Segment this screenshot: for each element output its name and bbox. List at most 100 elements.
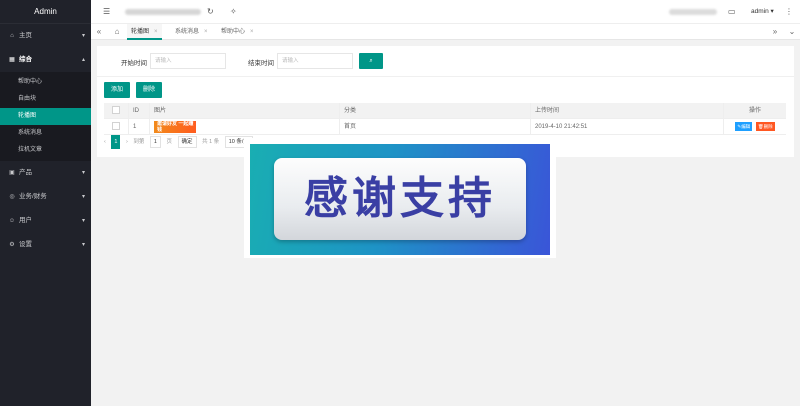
site-url-blurred xyxy=(125,9,201,15)
goto-label: 到第 xyxy=(133,139,145,145)
total-count: 共 1 条 xyxy=(202,139,220,145)
sidebar-title: Admin xyxy=(0,0,91,24)
sidebar-subitem-articles[interactable]: 拉机文章 xyxy=(0,142,91,159)
row-checkbox[interactable] xyxy=(112,122,120,131)
tab-label: 帮助中心 xyxy=(221,29,246,35)
sidebar-item-settings[interactable]: ⚙ 设置 ▾ xyxy=(0,233,91,257)
row-select-cell xyxy=(104,119,128,135)
sidebar-subitem-free-block[interactable]: 自由块 xyxy=(0,91,91,108)
delete-label: 删除 xyxy=(763,123,773,129)
close-icon[interactable]: × xyxy=(250,29,254,35)
data-table: ID 图片 分类 上传时间 操作 1 邀请好友 一起赚钱 首页 2019-4-1… xyxy=(104,103,786,135)
thanks-banner-text: 感谢支持 xyxy=(304,173,496,224)
end-time-input[interactable]: 请输入 xyxy=(277,53,353,69)
user-icon: ☺ xyxy=(8,218,16,224)
admin-menu[interactable]: admin ▾ xyxy=(751,0,774,24)
page-unit: 页 xyxy=(166,139,172,145)
select-all-checkbox[interactable] xyxy=(112,106,120,115)
sidebar-item-finance[interactable]: ◎ 业务/财务 ▾ xyxy=(0,185,91,209)
screen-icon[interactable]: ▭ xyxy=(728,0,736,24)
more-vertical-icon[interactable]: ⋮ xyxy=(785,0,793,24)
menu-toggle-icon[interactable]: ☰ xyxy=(103,0,110,24)
row-image-cell: 邀请好友 一起赚钱 xyxy=(149,119,339,135)
chevron-down-icon: ▾ xyxy=(81,218,85,224)
thanks-banner: 感谢支持 xyxy=(244,138,556,258)
chevron-down-icon: ▾ xyxy=(81,242,85,248)
row-actions: ✎编辑 🗑删除 xyxy=(723,119,786,135)
carousel-thumbnail[interactable]: 邀请好友 一起赚钱 xyxy=(154,121,196,133)
gear-icon: ⚙ xyxy=(9,242,15,248)
tab-messages[interactable]: 系统消息 × xyxy=(171,24,212,40)
table-header-row: ID 图片 分类 上传时间 操作 xyxy=(104,103,786,119)
sidebar: Admin ⌂ 主页 ▾ ▦ 综合 ▴ 帮助中心 自由块 轮播图 系统消息 拉机文章… xyxy=(0,0,91,406)
page-current[interactable]: 1 xyxy=(111,135,121,149)
tabs-menu-icon[interactable]: ⌄ xyxy=(784,24,800,40)
col-header-actions: 操作 xyxy=(723,103,786,119)
close-icon[interactable]: × xyxy=(204,29,208,35)
next-page-icon[interactable]: › xyxy=(126,135,128,149)
chevron-down-icon: ▾ xyxy=(81,194,85,200)
prev-page-icon[interactable]: ‹ xyxy=(104,135,106,149)
chevron-down-icon: ▾ xyxy=(81,170,85,176)
tabs-scroll-left-icon[interactable]: « xyxy=(91,24,107,40)
add-button[interactable]: 添加 xyxy=(104,82,130,98)
sidebar-subitem-help[interactable]: 帮助中心 xyxy=(0,74,91,91)
admin-name: admin xyxy=(751,8,769,15)
end-time-label: 结束时间 xyxy=(248,60,274,67)
thanks-banner-background: 感谢支持 xyxy=(250,144,550,255)
row-category: 首页 xyxy=(339,119,530,135)
home-tab-icon[interactable]: ⌂ xyxy=(109,24,125,40)
sidebar-item-label: 产品 xyxy=(19,169,32,176)
sidebar-item-general[interactable]: ▦ 综合 ▴ xyxy=(0,48,91,72)
search-icon: ⌕ xyxy=(369,58,373,64)
search-button[interactable]: ⌕ xyxy=(359,53,383,69)
row-delete-button[interactable]: 🗑删除 xyxy=(755,121,775,131)
user-email-blurred xyxy=(669,9,717,15)
sidebar-item-label: 设置 xyxy=(19,241,32,248)
edit-label: 编辑 xyxy=(741,123,751,129)
col-header-image: 图片 xyxy=(149,103,339,119)
select-all-cell xyxy=(104,103,128,119)
sidebar-subitem-messages[interactable]: 系统消息 xyxy=(0,125,91,142)
top-header: ☰ ↻ ✧ ▭ admin ▾ ⋮ xyxy=(91,0,800,24)
page-confirm-button[interactable]: 确定 xyxy=(177,136,197,148)
chevron-up-icon: ▴ xyxy=(81,57,85,63)
tab-carousel[interactable]: 轮播图 × xyxy=(127,24,162,40)
tab-help[interactable]: 帮助中心 × xyxy=(217,24,258,40)
row-id: 1 xyxy=(128,119,149,135)
thanks-banner-plate: 感谢支持 xyxy=(274,158,526,240)
tab-bar: « ⌂ 轮播图 × 系统消息 × 帮助中心 × » ⌄ xyxy=(91,24,800,40)
sidebar-item-label: 综合 xyxy=(19,56,32,63)
table-row: 1 邀请好友 一起赚钱 首页 2019-4-10 21:42:51 ✎编辑 🗑删… xyxy=(104,119,786,135)
start-time-input[interactable]: 请输入 xyxy=(150,53,226,69)
sidebar-item-label: 用户 xyxy=(19,217,32,224)
sidebar-item-label: 主页 xyxy=(19,32,32,39)
col-header-category: 分类 xyxy=(339,103,530,119)
tab-label: 系统消息 xyxy=(175,29,200,35)
filter-bar: 开始时间 请输入 结束时间 请输入 ⌕ xyxy=(97,46,794,77)
delete-button[interactable]: 删除 xyxy=(136,82,162,98)
sidebar-item-home[interactable]: ⌂ 主页 ▾ xyxy=(0,24,91,48)
sidebar-item-users[interactable]: ☺ 用户 ▾ xyxy=(0,209,91,233)
clear-cache-icon[interactable]: ✧ xyxy=(230,0,237,24)
col-header-upload-time[interactable]: 上传时间 xyxy=(530,103,723,119)
sidebar-subitem-carousel[interactable]: 轮播图 xyxy=(0,108,91,125)
refresh-icon[interactable]: ↻ xyxy=(207,0,214,24)
caret-down-icon: ▾ xyxy=(770,8,774,15)
home-icon: ⌂ xyxy=(10,33,14,39)
box-icon: ▣ xyxy=(9,170,15,176)
sidebar-item-products[interactable]: ▣ 产品 ▾ xyxy=(0,161,91,185)
chevron-down-icon: ▾ xyxy=(81,33,85,39)
start-time-label: 开始时间 xyxy=(121,60,147,67)
col-header-id[interactable]: ID xyxy=(128,103,149,119)
grid-icon: ▦ xyxy=(9,57,15,63)
page-input[interactable]: 1 xyxy=(149,136,161,148)
row-upload-time: 2019-4-10 21:42:51 xyxy=(530,119,723,135)
tab-label: 轮播图 xyxy=(131,29,150,35)
tabs-scroll-right-icon[interactable]: » xyxy=(767,24,783,40)
edit-button[interactable]: ✎编辑 xyxy=(735,121,753,131)
coin-icon: ◎ xyxy=(9,194,15,200)
close-icon[interactable]: × xyxy=(154,29,158,35)
sidebar-submenu: 帮助中心 自由块 轮播图 系统消息 拉机文章 xyxy=(0,72,91,161)
sidebar-item-label: 业务/财务 xyxy=(19,193,47,200)
